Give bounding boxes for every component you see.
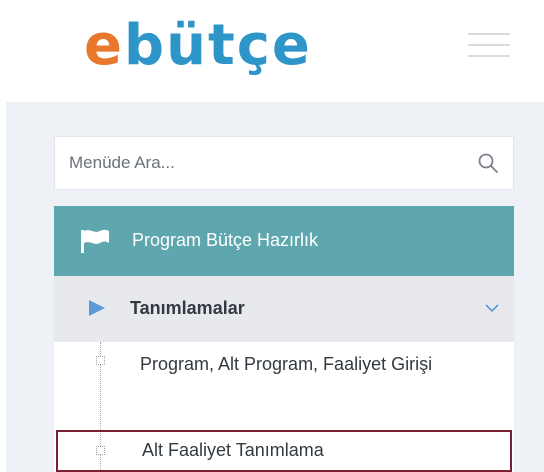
submenu-items: Program, Alt Program, Faaliyet Girişi Al… <box>54 342 514 472</box>
menu-item-program-alt-program-faaliyet-girisi[interactable]: Program, Alt Program, Faaliyet Girişi <box>54 342 514 430</box>
menu-search-input[interactable] <box>55 137 455 189</box>
submenu-label: Tanımlamalar <box>130 298 245 318</box>
sidebar: Program Bütçe Hazırlık Tanımlamalar Prog… <box>6 102 544 472</box>
menu-search-box <box>54 136 514 190</box>
content-area: Program Bütçe Hazırlık Tanımlamalar Prog… <box>0 92 544 472</box>
tree-node-icon <box>96 446 105 455</box>
search-icon[interactable] <box>477 152 499 174</box>
logo-part-butce: bütçe <box>123 13 312 78</box>
menu-header-label: Program Bütçe Hazırlık <box>132 230 319 250</box>
menu-item-alt-faaliyet-tanimlama[interactable]: Alt Faaliyet Tanımlama <box>56 430 512 472</box>
logo-part-e: e <box>84 13 124 78</box>
menu-program-butce-hazirlik[interactable]: Program Bütçe Hazırlık <box>54 206 514 276</box>
submenu-tanimlamalar[interactable]: Tanımlamalar <box>54 276 514 342</box>
hamburger-icon[interactable] <box>468 33 510 57</box>
ebutce-logo[interactable]: ebütçe <box>84 14 384 78</box>
tree-node-icon <box>96 356 105 365</box>
triangle-right-icon <box>89 300 105 316</box>
app-header: ebütçe <box>0 0 544 92</box>
menu-item-label: Alt Faaliyet Tanımlama <box>142 440 324 460</box>
flag-icon <box>81 229 109 253</box>
chevron-down-icon[interactable] <box>484 303 500 313</box>
menu-item-label: Program, Alt Program, Faaliyet Girişi <box>140 354 433 374</box>
